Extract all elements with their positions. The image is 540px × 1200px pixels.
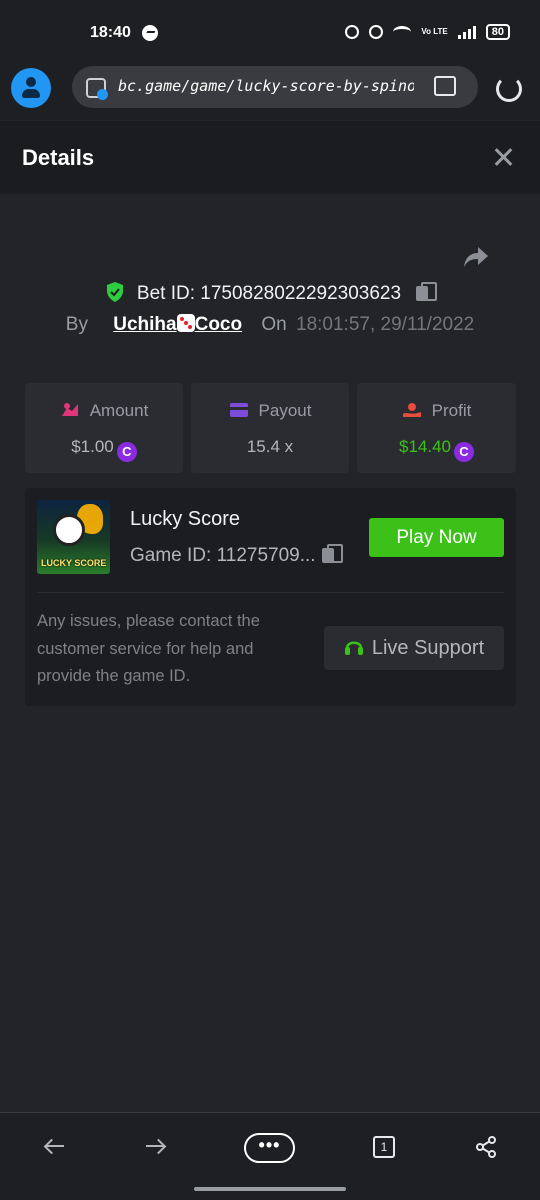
home-indicator[interactable]: [194, 1187, 346, 1191]
status-icons: Vo LTE 80: [345, 24, 510, 40]
divider: [37, 592, 504, 593]
play-now-button[interactable]: Play Now: [369, 518, 504, 557]
dice-icon: [176, 314, 195, 332]
bet-datetime: 18:01:57, 29/11/2022: [296, 314, 475, 335]
coin-icon: C: [116, 442, 137, 462]
live-support-label[interactable]: Live Support: [372, 637, 484, 659]
game-card: LUCKY SCORE Lucky Score Game ID: 1127570…: [25, 488, 516, 706]
amount-value: $1.00: [71, 437, 114, 456]
headset-icon: [344, 641, 363, 655]
help-text: Any issues, please contact the customer …: [37, 612, 260, 685]
status-bar: 18:40 Vo LTE 80: [0, 0, 540, 62]
payout-card: Payout 15.4 x: [191, 383, 349, 473]
bet-id-value: 1750828022292303623: [200, 283, 402, 304]
game-thumbnail[interactable]: LUCKY SCORE: [37, 500, 110, 574]
volte-icon: Vo LTE: [421, 27, 448, 36]
profit-card: Profit $14.40 C: [357, 383, 516, 473]
back-arrow-icon[interactable]: [35, 1131, 75, 1161]
payout-icon: [229, 403, 248, 417]
bet-id-label: Bet ID:: [136, 283, 195, 304]
copy-icon[interactable]: [321, 544, 343, 564]
bet-byline: By Uchiha Coco On 18:01:57, 29/11/2022: [0, 314, 540, 336]
profit-icon: [402, 403, 421, 417]
share-nodes-icon[interactable]: [474, 1135, 498, 1159]
avatar-icon[interactable]: [11, 68, 51, 108]
reader-mode-icon[interactable]: [434, 76, 456, 96]
page-title: Details: [22, 145, 95, 170]
battery-icon: 80: [485, 24, 510, 40]
signal-icon: [457, 25, 476, 39]
lock-icon[interactable]: [86, 78, 108, 100]
reload-icon[interactable]: [496, 76, 522, 102]
copy-icon[interactable]: [416, 282, 438, 302]
amount-card: Amount $1.00 C: [25, 383, 183, 473]
payout-label: Payout: [258, 401, 312, 420]
shield-icon: [106, 282, 123, 302]
url-text[interactable]: bc.game/game/lucky-score-by-spinomenal: [118, 77, 414, 95]
game-id: Game ID: 11275709...: [130, 544, 343, 567]
profit-label: Profit: [431, 401, 472, 420]
address-bar[interactable]: bc.game/game/lucky-score-by-spinomenal: [72, 66, 478, 108]
by-label: By: [65, 314, 88, 335]
wifi-icon: [393, 26, 412, 38]
bet-id-line: Bet ID: 1750828022292303623: [0, 282, 540, 305]
details-header: Details: [0, 121, 540, 194]
amount-icon: [61, 403, 78, 416]
live-support-button[interactable]: Live Support: [324, 626, 504, 670]
profit-value: $14.40: [399, 437, 451, 456]
close-icon[interactable]: [492, 146, 514, 168]
game-name: Lucky Score: [130, 508, 241, 530]
on-label: On: [261, 314, 287, 335]
mute-icon: [369, 25, 384, 39]
forward-arrow-icon[interactable]: [135, 1131, 175, 1161]
amount-label: Amount: [89, 401, 149, 420]
alarm-icon: [345, 25, 360, 39]
browser-bar: bc.game/game/lucky-score-by-spinomenal: [0, 62, 540, 120]
status-time: 18:40: [90, 24, 131, 41]
tabs-icon[interactable]: 1: [373, 1136, 395, 1158]
coin-icon: C: [454, 442, 474, 462]
thumbnail-logo-text: LUCKY SCORE: [41, 558, 107, 568]
share-icon[interactable]: [463, 246, 489, 268]
messenger-icon: [142, 25, 158, 41]
payout-value: 15.4 x: [246, 437, 294, 456]
more-icon[interactable]: •••: [244, 1133, 295, 1163]
username-link[interactable]: Uchiha Coco: [113, 314, 242, 335]
